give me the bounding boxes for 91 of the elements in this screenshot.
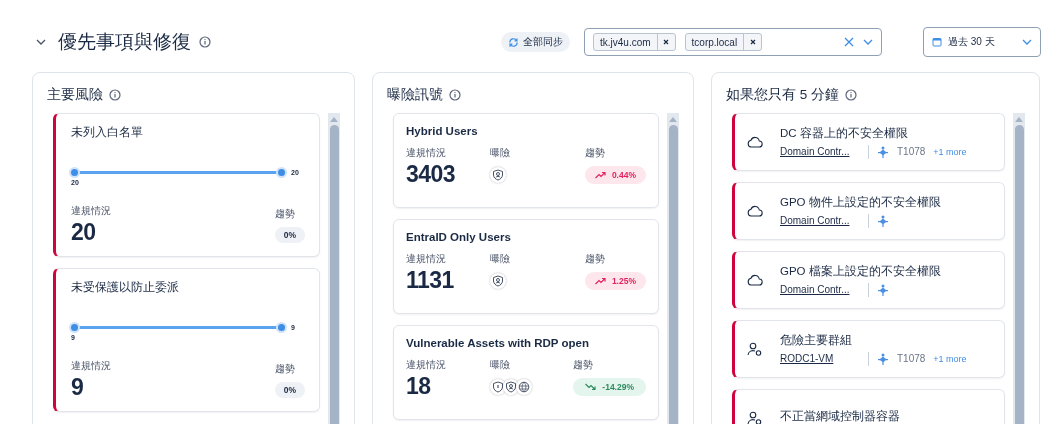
scroll-up-icon[interactable] xyxy=(328,115,340,123)
panel-title: 主要風險 xyxy=(47,86,103,104)
scroll-up-icon[interactable] xyxy=(1013,115,1025,123)
cloud-icon xyxy=(747,205,763,217)
task-title: GPO 物件上設定的不安全權限 xyxy=(780,194,941,210)
task-title: GPO 檔案上設定的不安全權限 xyxy=(780,263,941,279)
trend-badge: 0% xyxy=(274,227,305,243)
page-title: 優先事項與修復 xyxy=(58,30,191,54)
trend-down-icon xyxy=(585,383,597,391)
shield-person-icon xyxy=(490,273,506,289)
task-card[interactable]: 危險主要群組 RODC1-VM T1078 +1 more xyxy=(732,320,1005,378)
card-title: Vulnerable Assets with RDP open xyxy=(406,337,590,349)
info-icon[interactable] xyxy=(845,89,857,101)
domain-chip: tcorp.local xyxy=(684,33,763,51)
technique-id: T1078 xyxy=(897,353,926,364)
cloud-icon xyxy=(747,136,763,148)
shield-person-icon xyxy=(503,379,519,395)
task-card[interactable]: 不正當網域控制器容器 xyxy=(732,389,1005,424)
trend-label: 趨勢 xyxy=(274,207,295,221)
date-range-select[interactable]: 過去 30 天 xyxy=(923,27,1041,57)
trend-label: 趨勢 xyxy=(584,146,605,160)
trend-badge: -14.29% xyxy=(573,378,646,396)
domain-select[interactable]: tk.jv4u.com tcorp.local xyxy=(584,28,882,56)
scrollbar[interactable] xyxy=(667,113,679,424)
target-icon xyxy=(877,352,889,365)
violations-label: 違規情況 xyxy=(71,204,111,218)
asset-link[interactable]: Domain Contr... xyxy=(780,215,860,226)
task-card[interactable]: GPO 檔案上設定的不安全權限 Domain Contr... xyxy=(732,251,1005,309)
scroll-up-icon[interactable] xyxy=(667,115,679,123)
violations-label: 違規情況 xyxy=(406,358,447,372)
task-card[interactable]: DC 容器上的不安全權限 Domain Contr... T1078 +1 more xyxy=(732,113,1005,171)
trend-badge: 1.25% xyxy=(584,272,646,290)
asset-link[interactable]: RODC1-VM xyxy=(780,353,860,364)
task-title: 不正當網域控制器容器 xyxy=(780,408,900,424)
user-icon xyxy=(747,411,763,424)
violations-count: 3403 xyxy=(406,161,457,188)
violations-label: 違規情況 xyxy=(71,359,111,373)
signal-card[interactable]: EntraID Only Users 違規情況 1131 曝險 趨勢 1.25% xyxy=(393,219,659,314)
trend-up-icon xyxy=(594,171,606,179)
asset-link[interactable]: Domain Contr... xyxy=(780,284,860,295)
globe-icon xyxy=(516,379,532,395)
violations-label: 違規情況 xyxy=(406,252,447,266)
exposure-label: 曝險 xyxy=(490,358,511,372)
shield-person-icon xyxy=(490,167,506,183)
trend-label: 趨勢 xyxy=(573,358,594,372)
more-link[interactable]: +1 more xyxy=(933,146,967,157)
scrollbar[interactable] xyxy=(328,113,340,424)
trend-label: 趨勢 xyxy=(274,362,295,376)
violations-count: 18 xyxy=(406,373,432,400)
chevron-icon[interactable] xyxy=(36,39,46,45)
panel-title: 曝險訊號 xyxy=(387,86,443,104)
user-icon xyxy=(747,342,763,356)
trend-badge: 0.44% xyxy=(584,166,646,184)
technique-id: T1078 xyxy=(897,146,926,157)
signal-card[interactable]: Hybrid Users 違規情況 3403 曝險 趨勢 0.44% xyxy=(393,113,659,208)
target-icon xyxy=(877,145,889,158)
info-icon[interactable] xyxy=(199,36,211,48)
card-title: 未列入白名單 xyxy=(71,124,144,141)
signal-card[interactable]: Vulnerable Assets with RDP open 違規情況 18 曝險 趨勢 -14.29% xyxy=(393,325,659,420)
shield-icon xyxy=(490,379,506,395)
task-card[interactable]: GPO 物件上設定的不安全權限 Domain Contr... xyxy=(732,182,1005,240)
exposure-label: 曝險 xyxy=(490,252,511,266)
info-icon[interactable] xyxy=(449,89,461,101)
target-icon xyxy=(877,214,889,227)
exposure-label: 曝險 xyxy=(490,146,511,160)
trend-badge: 0% xyxy=(274,382,305,398)
calendar-icon xyxy=(932,37,942,47)
clear-icon[interactable] xyxy=(844,37,854,47)
sync-all-button[interactable]: 全部同步 xyxy=(501,32,570,52)
chevron-icon[interactable] xyxy=(863,39,873,45)
task-title: 危險主要群組 xyxy=(780,332,853,348)
cloud-icon xyxy=(747,274,763,286)
violations-count: 9 xyxy=(71,374,85,401)
asset-link[interactable]: Domain Contr... xyxy=(780,146,860,157)
trend-up-icon xyxy=(594,277,606,285)
task-title: DC 容器上的不安全權限 xyxy=(780,125,909,141)
panel-title: 如果您只有 5 分鐘 xyxy=(726,86,839,104)
chevron-icon xyxy=(1022,39,1032,45)
domain-chip: tk.jv4u.com xyxy=(593,33,676,51)
info-icon[interactable] xyxy=(109,89,121,101)
violations-label: 違規情況 xyxy=(406,146,447,160)
target-icon xyxy=(877,283,889,296)
more-link[interactable]: +1 more xyxy=(933,353,967,364)
scrollbar[interactable] xyxy=(1013,113,1025,424)
card-title: Hybrid Users xyxy=(406,125,479,137)
violations-count: 20 xyxy=(71,219,97,246)
trend-label: 趨勢 xyxy=(584,252,605,266)
violations-count: 1131 xyxy=(406,267,455,294)
card-title: EntraID Only Users xyxy=(406,231,512,243)
card-title: 未受保護以防止委派 xyxy=(71,279,180,296)
sync-icon xyxy=(508,36,519,48)
